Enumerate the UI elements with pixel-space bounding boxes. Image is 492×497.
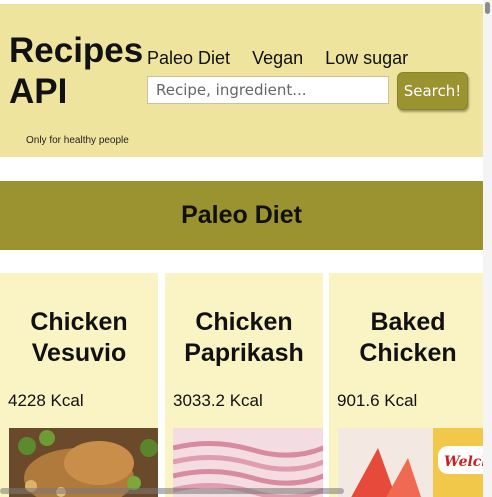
- recipe-title[interactable]: Chicken Vesuvio: [0, 307, 158, 369]
- nav-item-vegan[interactable]: Vegan: [252, 48, 303, 69]
- recipe-kcal: 901.6 Kcal: [337, 391, 418, 410]
- site-header: Recipes API Only for healthy people Pale…: [0, 4, 483, 157]
- search-placeholder: Recipe, ingredient...: [156, 81, 307, 99]
- tagline: Only for healthy people: [26, 135, 129, 146]
- nav-item-low-sugar[interactable]: Low sugar: [325, 48, 408, 69]
- search-button[interactable]: Search!: [397, 72, 468, 110]
- recipe-card[interactable]: Chicken Paprikash 3033.2 Kcal: [165, 273, 323, 497]
- section-title: Paleo Diet: [181, 201, 302, 229]
- nav-item-paleo-diet[interactable]: Paleo Diet: [147, 48, 230, 69]
- horizontal-scroll-thumb[interactable]: [0, 488, 344, 494]
- recipe-photo[interactable]: Welch 100: [338, 428, 487, 497]
- main-nav: Paleo Diet Vegan Low sugar: [147, 48, 430, 69]
- recipe-photo[interactable]: [173, 428, 323, 497]
- recipe-kcal: 3033.2 Kcal: [173, 391, 263, 410]
- recipe-photo[interactable]: [9, 428, 158, 497]
- recipe-title[interactable]: Chicken Paprikash: [165, 307, 323, 369]
- recipe-card[interactable]: Chicken Vesuvio 4228 Kcal: [0, 273, 158, 497]
- vertical-scrollbar[interactable]: [483, 0, 492, 497]
- recipe-kcal: 4228 Kcal: [8, 391, 84, 410]
- photo-label-text: Welch 100: [444, 454, 487, 470]
- vertical-scroll-thumb[interactable]: [485, 2, 490, 14]
- search-input[interactable]: Recipe, ingredient...: [147, 76, 389, 104]
- site-logo[interactable]: Recipes API: [9, 30, 143, 112]
- recipe-list: Chicken Vesuvio 4228 Kcal Chicken Paprik…: [0, 273, 492, 497]
- section-header: Paleo Diet: [0, 181, 483, 250]
- recipe-card[interactable]: Baked Chicken 901.6 Kcal Welch 100: [329, 273, 487, 497]
- recipe-title[interactable]: Baked Chicken: [329, 307, 487, 369]
